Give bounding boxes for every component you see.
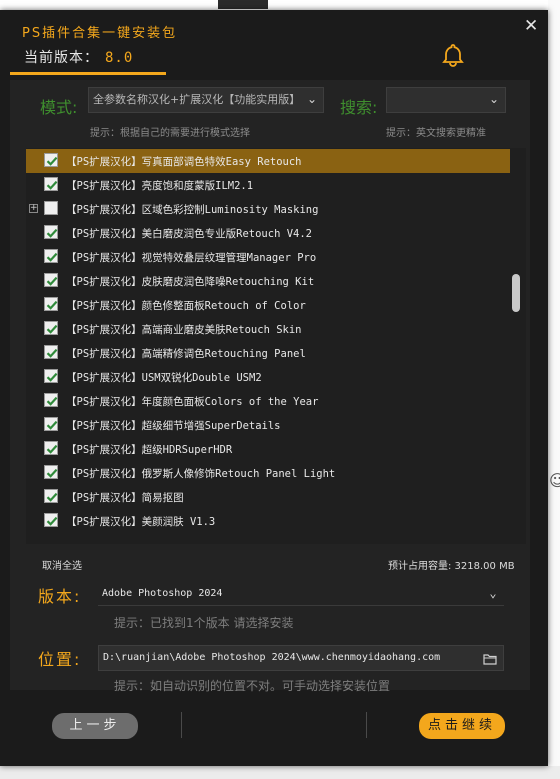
list-item-label: 【PS扩展汉化】USM双锐化Double USM2: [66, 372, 262, 384]
list-item[interactable]: 【PS扩展汉化】视觉特效叠层纹理管理Manager Pro: [26, 245, 510, 269]
background-bottom-strip: [0, 766, 560, 779]
version-hint: 提示：已找到1个版本 请选择安装: [114, 616, 294, 630]
location-hint: 提示：如自动识别的位置不对。可手动选择安装位置: [114, 679, 391, 693]
item-checkbox[interactable]: [44, 513, 58, 527]
list-item[interactable]: 【PS扩展汉化】高端商业磨皮美肤Retouch Skin: [26, 317, 510, 341]
version-label: 当前版本：: [24, 50, 99, 66]
options-panel: 模式: 全参数名称汉化+扩展汉化【功能实用版】 ⌄ 搜索: ⌄ 提示：根据自己的…: [10, 80, 530, 693]
item-checkbox[interactable]: [44, 321, 58, 335]
list-item-label: 【PS扩展汉化】写真面部调色特效Easy Retouch: [66, 156, 302, 168]
item-checkbox[interactable]: [44, 393, 58, 407]
list-item[interactable]: 【PS扩展汉化】年度颜色面板Colors of the Year: [26, 389, 510, 413]
list-item-label: 【PS扩展汉化】美白磨皮润色专业版Retouch V4.2: [66, 228, 313, 240]
plugin-list[interactable]: 【PS扩展汉化】写真面部调色特效Easy Retouch 【PS扩展汉化】亮度饱和…: [26, 148, 526, 544]
background-window-strip: [0, 0, 560, 10]
photoshop-version-select[interactable]: Adobe Photoshop 2024 ⌄: [98, 582, 504, 606]
list-item-label: 【PS扩展汉化】年度颜色面板Colors of the Year: [66, 396, 319, 408]
item-checkbox[interactable]: [44, 489, 58, 503]
accent-underline: [10, 72, 166, 75]
item-checkbox[interactable]: [44, 369, 58, 383]
mode-hint: 提示：根据自己的需要进行模式选择: [90, 128, 250, 139]
mode-label: 模式:: [40, 98, 78, 117]
version-select-label: 版本:: [38, 587, 82, 606]
location-label: 位置:: [38, 650, 82, 669]
list-item[interactable]: 【PS扩展汉化】超级细节增强SuperDetails: [26, 413, 510, 437]
folder-icon[interactable]: [483, 651, 497, 665]
list-item[interactable]: 【PS扩展汉化】俄罗斯人像修饰Retouch Panel Light: [26, 461, 510, 485]
list-item-label: 【PS扩展汉化】超级HDRSuperHDR: [66, 444, 233, 456]
list-item[interactable]: 【PS扩展汉化】美颜润肤 V1.3: [26, 509, 510, 533]
chevron-down-icon: ⌄: [489, 586, 497, 600]
mode-select[interactable]: 全参数名称汉化+扩展汉化【功能实用版】 ⌄: [88, 87, 324, 113]
chevron-down-icon: ⌄: [306, 92, 318, 106]
footer-bar: 上一步 点击继续: [10, 698, 530, 754]
item-checkbox[interactable]: [44, 225, 58, 239]
list-item[interactable]: 【PS扩展汉化】简易抠图: [26, 485, 510, 509]
close-icon[interactable]: ✕: [524, 16, 538, 36]
list-item[interactable]: 【PS扩展汉化】颜色修整面板Retouch of Color: [26, 293, 510, 317]
item-checkbox[interactable]: [44, 273, 58, 287]
item-checkbox[interactable]: [44, 201, 58, 215]
search-label: 搜索:: [340, 98, 378, 117]
background-right-strip: [548, 0, 560, 779]
list-item[interactable]: 【PS扩展汉化】美白磨皮润色专业版Retouch V4.2: [26, 221, 510, 245]
app-title: PS插件合集一键安装包: [22, 26, 178, 41]
list-item-label: 【PS扩展汉化】颜色修整面板Retouch of Color: [66, 300, 306, 312]
background-thumbnail: [218, 0, 268, 9]
item-checkbox[interactable]: [44, 417, 58, 431]
item-checkbox[interactable]: [44, 465, 58, 479]
item-checkbox[interactable]: [44, 249, 58, 263]
footer-divider: [181, 712, 182, 738]
list-item[interactable]: 【PS扩展汉化】皮肤磨皮润色降噪Retouching Kit: [26, 269, 510, 293]
list-item-label: 【PS扩展汉化】俄罗斯人像修饰Retouch Panel Light: [66, 468, 336, 480]
search-hint: 提示：英文搜索更精准: [386, 128, 486, 139]
installer-window: PS插件合集一键安装包 ✕ 当前版本： 8.0 模式: 全参数名称汉化+扩展汉化【…: [0, 10, 548, 766]
install-path-field[interactable]: D:\ruanjian\Adobe Photoshop 2024\www.che…: [98, 645, 504, 671]
list-item[interactable]: 【PS扩展汉化】USM双锐化Double USM2: [26, 365, 510, 389]
list-item-label: 【PS扩展汉化】皮肤磨皮润色降噪Retouching Kit: [66, 276, 315, 288]
list-item-label: 【PS扩展汉化】简易抠图: [66, 492, 184, 504]
list-item-label: 【PS扩展汉化】美颜润肤 V1.3: [66, 516, 216, 528]
version-value: 8.0: [105, 50, 134, 66]
list-item-label: 【PS扩展汉化】区域色彩控制Luminosity Masking: [66, 204, 319, 216]
list-item-label: 【PS扩展汉化】高端精修调色Retouching Panel: [66, 348, 306, 360]
continue-button[interactable]: 点击继续: [419, 713, 505, 739]
expand-icon[interactable]: +: [29, 204, 38, 213]
list-item-label: 【PS扩展汉化】超级细节增强SuperDetails: [66, 420, 281, 432]
chevron-down-icon: ⌄: [488, 92, 500, 106]
deselect-all-button[interactable]: 取消全选: [42, 557, 82, 572]
footer-divider: [366, 712, 367, 738]
list-item-label: 【PS扩展汉化】视觉特效叠层纹理管理Manager Pro: [66, 252, 317, 264]
item-checkbox[interactable]: [44, 345, 58, 359]
item-checkbox[interactable]: [44, 177, 58, 191]
bell-icon[interactable]: [442, 43, 464, 67]
estimated-size: 预计占用容量: 3218.00 MB: [388, 561, 515, 572]
scrollbar-thumb[interactable]: [512, 274, 520, 312]
install-path-text: D:\ruanjian\Adobe Photoshop 2024\www.che…: [103, 652, 441, 663]
item-checkbox[interactable]: [44, 297, 58, 311]
list-item[interactable]: 【PS扩展汉化】高端精修调色Retouching Panel: [26, 341, 510, 365]
back-button[interactable]: 上一步: [52, 713, 138, 739]
list-item[interactable]: + 【PS扩展汉化】区域色彩控制Luminosity Masking: [26, 197, 510, 221]
list-item[interactable]: 【PS扩展汉化】写真面部调色特效Easy Retouch: [26, 149, 510, 173]
title-bar: PS插件合集一键安装包 ✕ 当前版本： 8.0: [0, 10, 548, 75]
item-checkbox[interactable]: [44, 153, 58, 167]
list-item-label: 【PS扩展汉化】高端商业磨皮美肤Retouch Skin: [66, 324, 302, 336]
search-select[interactable]: ⌄: [386, 87, 506, 113]
mode-selected-text: 全参数名称汉化+扩展汉化【功能实用版】: [93, 93, 301, 106]
version-selected-text: Adobe Photoshop 2024: [102, 588, 223, 599]
list-item-label: 【PS扩展汉化】亮度饱和度蒙版ILM2.1: [66, 180, 254, 192]
list-item[interactable]: 【PS扩展汉化】超级HDRSuperHDR: [26, 437, 510, 461]
smiley-icon: ☺: [549, 471, 560, 490]
current-version: 当前版本： 8.0: [24, 47, 133, 67]
item-checkbox[interactable]: [44, 441, 58, 455]
list-item[interactable]: 【PS扩展汉化】亮度饱和度蒙版ILM2.1: [26, 173, 510, 197]
